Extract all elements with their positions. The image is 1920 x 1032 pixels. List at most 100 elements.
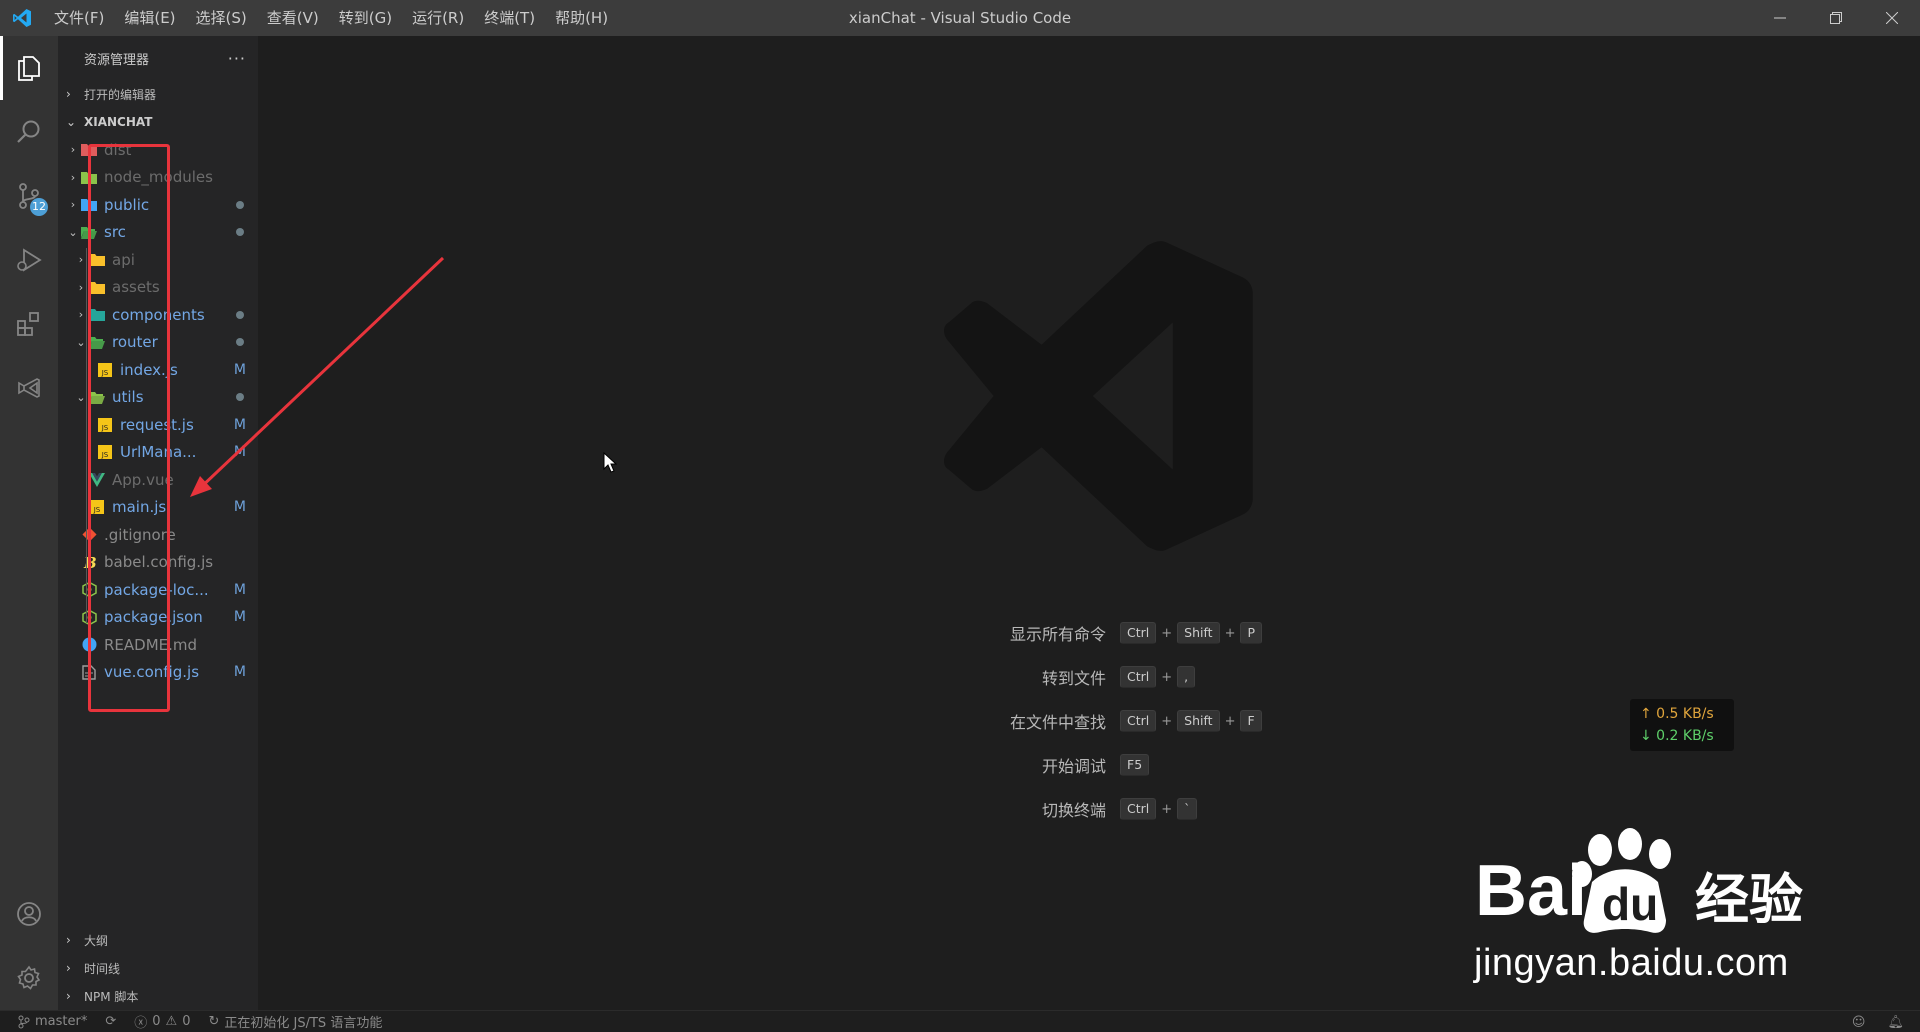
folder-file-icon xyxy=(80,169,98,185)
modified-badge: M xyxy=(233,664,246,681)
keybinding-key: Ctrl xyxy=(1120,622,1157,644)
shortcut-label: 转到文件 xyxy=(1041,669,1106,688)
modified-badge: M xyxy=(233,581,246,598)
outline-section[interactable]: › 大纲 xyxy=(58,926,258,954)
outline-label: 大纲 xyxy=(84,933,109,948)
tree-file[interactable]: README.md xyxy=(58,631,258,659)
tree-folder[interactable]: › assets xyxy=(58,274,258,302)
keybinding-key: Shift xyxy=(1177,710,1220,732)
extensions-icon[interactable] xyxy=(0,292,58,356)
modified-badge: M xyxy=(233,361,246,378)
window-controls xyxy=(1752,0,1920,36)
svg-text:JS: JS xyxy=(101,369,109,377)
branch-indicator[interactable]: master* xyxy=(18,1014,87,1029)
problems-indicator[interactable]: ⓧ 0 ⚠ 0 xyxy=(134,1012,190,1031)
tree-folder[interactable]: › public xyxy=(58,191,258,219)
tree-file[interactable]: package-loc... M xyxy=(58,576,258,604)
tree-item-label: dist xyxy=(104,140,132,159)
shortcut-row: 切换终端 Ctrl + ` xyxy=(958,787,1262,831)
feedback-icon[interactable]: ☺ xyxy=(1852,1015,1866,1030)
svg-text:du: du xyxy=(1602,878,1658,930)
info-file-icon xyxy=(80,637,98,653)
remote-explorer-icon[interactable] xyxy=(0,356,58,420)
project-label: XIANCHAT xyxy=(84,115,153,129)
mouse-cursor-icon xyxy=(603,452,617,473)
folder-file-icon xyxy=(88,307,106,323)
npm-file-icon xyxy=(80,582,98,598)
menu-item[interactable]: 选择(S) xyxy=(186,0,257,36)
menu-item[interactable]: 终端(T) xyxy=(474,0,545,36)
svg-text:经验: 经验 xyxy=(1695,868,1803,931)
search-icon[interactable] xyxy=(0,100,58,164)
close-icon[interactable] xyxy=(1864,0,1920,36)
tree-file[interactable]: Bbabel.config.js xyxy=(58,549,258,577)
tree-file[interactable]: package.json M xyxy=(58,604,258,632)
tree-folder[interactable]: › dist xyxy=(58,136,258,164)
tree-file[interactable]: JS index.js M xyxy=(58,356,258,384)
key-plus: + xyxy=(1161,669,1173,685)
keybinding-key: P xyxy=(1240,622,1263,644)
npm-file-icon xyxy=(80,609,98,625)
tree-item-label: .gitignore xyxy=(104,525,176,544)
tree-file[interactable]: JS UrlMana... M xyxy=(58,439,258,467)
restore-icon[interactable] xyxy=(1808,0,1864,36)
tree-file[interactable]: JS main.js M xyxy=(58,494,258,522)
menu-bar: 文件(F) 编辑(E) 选择(S) 查看(V) 转到(G) 运行(R) 终端(T) 帮助(H) xyxy=(44,0,618,36)
tree-file[interactable]: vue.config.js M xyxy=(58,659,258,687)
key-plus: + xyxy=(1224,625,1236,641)
menu-item[interactable]: 帮助(H) xyxy=(545,0,618,36)
tree-folder[interactable]: › components xyxy=(58,301,258,329)
settings-gear-icon[interactable] xyxy=(0,946,58,1010)
modified-badge: M xyxy=(233,444,246,461)
tree-file[interactable]: .gitignore xyxy=(58,521,258,549)
shortcut-label: 开始调试 xyxy=(1041,757,1106,776)
tree-file[interactable]: App.vue xyxy=(58,466,258,494)
tree-folder[interactable]: ⌄ router xyxy=(58,329,258,357)
run-debug-icon[interactable] xyxy=(0,228,58,292)
menu-item[interactable]: 编辑(E) xyxy=(114,0,185,36)
tree-item-label: README.md xyxy=(104,635,198,654)
tree-item-label: babel.config.js xyxy=(104,553,214,572)
timeline-section[interactable]: › 时间线 xyxy=(58,954,258,982)
key-plus: + xyxy=(1161,713,1173,729)
vue-file-icon xyxy=(88,472,106,488)
menu-item[interactable]: 查看(V) xyxy=(257,0,329,36)
key-plus: + xyxy=(1161,625,1173,641)
folder-open-file-icon xyxy=(88,389,106,405)
tree-folder[interactable]: › node_modules xyxy=(58,164,258,192)
npm-scripts-section[interactable]: › NPM 脚本 xyxy=(58,982,258,1010)
svg-text:JS: JS xyxy=(101,451,109,459)
account-icon[interactable] xyxy=(0,882,58,946)
source-control-icon[interactable]: 12 xyxy=(0,164,58,228)
tree-item-label: public xyxy=(104,195,150,214)
keybinding-key: Ctrl xyxy=(1120,666,1157,688)
chevron-right-icon: › xyxy=(70,170,76,184)
minimize-icon[interactable] xyxy=(1752,0,1808,36)
sync-button[interactable]: ⟳ xyxy=(105,1014,116,1029)
menu-item[interactable]: 运行(R) xyxy=(402,0,474,36)
explorer-header: 资源管理器 ··· xyxy=(58,36,258,80)
status-message: ↻ 正在初始化 JS/TS 语言功能 xyxy=(208,1012,382,1031)
tree-folder[interactable]: ⌄ src xyxy=(58,219,258,247)
keybinding-key: Shift xyxy=(1177,622,1220,644)
open-editors-section[interactable]: › 打开的编辑器 xyxy=(58,80,258,108)
warning-icon: ⚠ xyxy=(165,1014,178,1029)
tree-file[interactable]: JS request.js M xyxy=(58,411,258,439)
folder-file-icon xyxy=(80,142,98,158)
tree-folder[interactable]: › api xyxy=(58,246,258,274)
shortcut-hints: 显示所有命令 Ctrl + Shift + P 转到文件 Ctrl +, 在文件中查找 Ctrl + S… xyxy=(958,611,1263,831)
menu-item[interactable]: 转到(G) xyxy=(329,0,402,36)
project-section[interactable]: ⌄ XIANCHAT xyxy=(58,108,258,136)
js-file-icon: JS xyxy=(96,444,114,460)
explorer-sidebar: 资源管理器 ··· › 打开的编辑器 ⌄ XIANCHAT › dist › node… xyxy=(58,36,258,1010)
tree-item-label: src xyxy=(104,223,126,242)
more-actions-icon[interactable]: ··· xyxy=(228,49,246,68)
scm-badge: 12 xyxy=(30,198,48,216)
svg-text:Bai: Bai xyxy=(1475,851,1587,931)
tree-folder[interactable]: ⌄ utils xyxy=(58,384,258,412)
menu-item[interactable]: 文件(F) xyxy=(44,0,114,36)
files-icon[interactable] xyxy=(0,36,58,100)
shortcut-label: 切换终端 xyxy=(1041,801,1106,820)
folder-open-file-icon xyxy=(88,334,106,350)
notifications-icon[interactable]: 🔔︎ xyxy=(1887,1015,1904,1030)
